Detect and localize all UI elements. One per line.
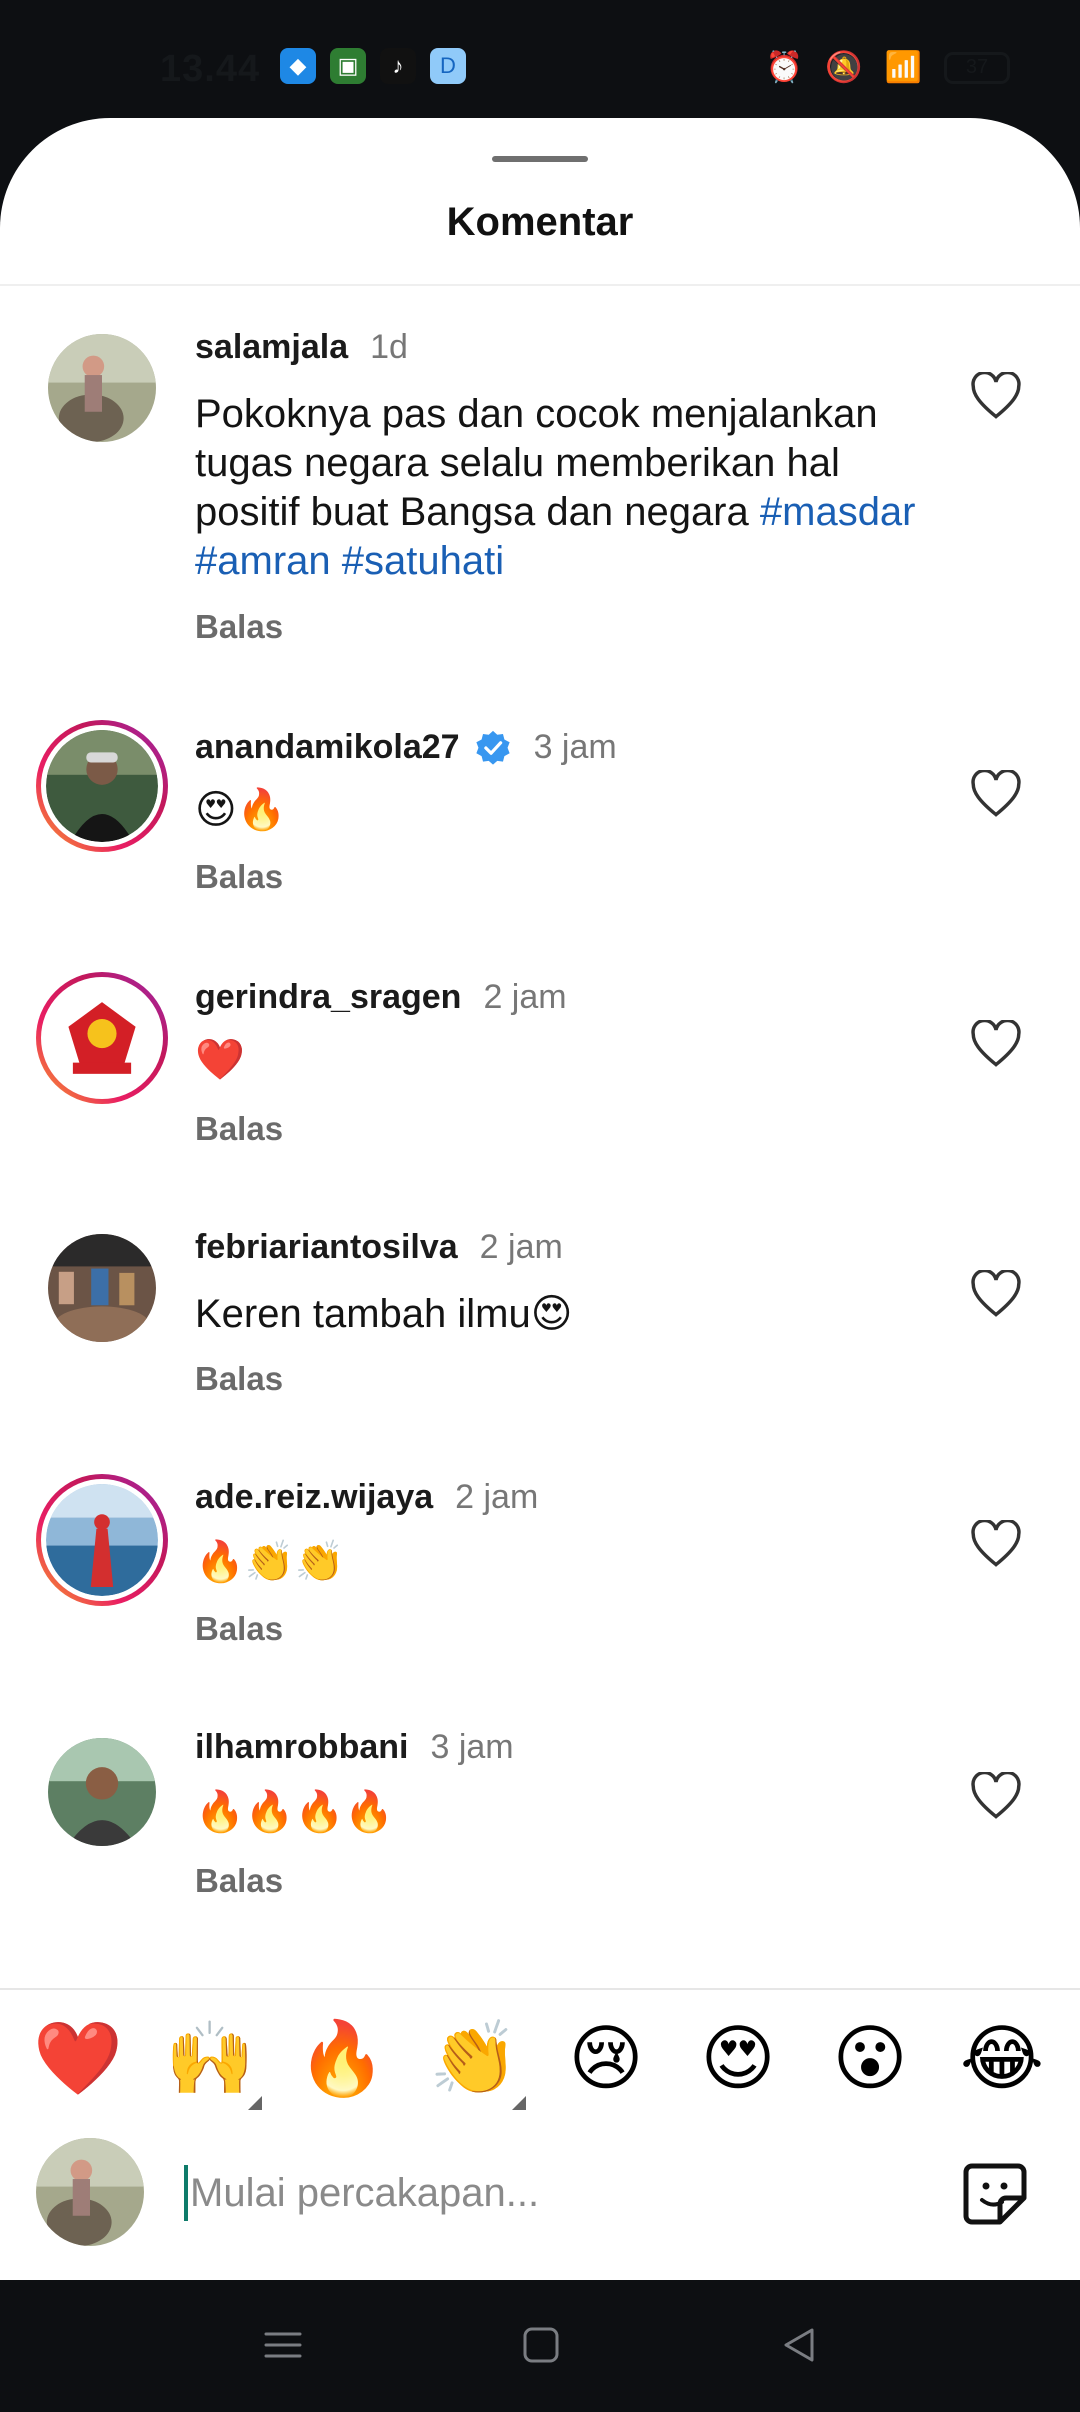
reply-button[interactable]: Balas xyxy=(195,1862,283,1900)
home-icon[interactable] xyxy=(520,2324,562,2366)
comment-input[interactable]: Mulai percakapan... xyxy=(184,2158,924,2228)
sticker-icon[interactable] xyxy=(960,2158,1030,2228)
comment-meta: gerindra_sragen 2 jam xyxy=(195,978,567,1017)
emoji-clap-button[interactable]: 👏 xyxy=(426,2010,522,2106)
avatar-story-ring[interactable] xyxy=(36,1474,168,1606)
like-heart-icon[interactable] xyxy=(970,770,1022,818)
like-heart-icon[interactable] xyxy=(970,1520,1022,1568)
avatar-photo xyxy=(48,1738,156,1846)
status-time: 13.44 xyxy=(160,48,261,90)
comment-text: ❤️ xyxy=(195,1037,245,1083)
comment-text: 🔥👏👏 xyxy=(195,1539,345,1585)
username[interactable]: febriariantosilva xyxy=(195,1228,458,1267)
app-browser-icon: ◆ xyxy=(280,48,316,84)
avatar-photo xyxy=(46,1484,158,1596)
avatar[interactable] xyxy=(48,334,156,442)
emoji-surprised-button[interactable]: 😮 xyxy=(822,2010,918,2106)
avatar-photo xyxy=(48,334,156,442)
comment-meta: anandamikola27 3 jam xyxy=(195,728,617,767)
system-navigation-bar xyxy=(0,2280,1080,2412)
emoji-raised-hands-button[interactable]: 🙌 xyxy=(162,2010,258,2106)
quick-emoji-row: ❤️ 🙌 🔥 👏 😢 😍 😮 😂 xyxy=(0,2010,1080,2120)
avatar-photo xyxy=(48,1234,156,1342)
timestamp: 2 jam xyxy=(479,1228,563,1266)
username[interactable]: salamjala xyxy=(195,328,348,367)
tiktok-icon: ♪ xyxy=(380,48,416,84)
skin-tone-indicator xyxy=(248,2096,262,2110)
alarm-icon: ⏰ xyxy=(765,51,804,84)
header-divider xyxy=(0,284,1080,286)
mute-icon: 🔕 xyxy=(825,51,863,84)
comment-meta: ilhamrobbani 3 jam xyxy=(195,1728,514,1767)
sheet-drag-handle[interactable] xyxy=(492,156,588,162)
username[interactable]: ade.reiz.wijaya xyxy=(195,1478,433,1517)
comment-text: 😍🔥 xyxy=(195,787,287,833)
reply-button[interactable]: Balas xyxy=(195,858,283,896)
like-heart-icon[interactable] xyxy=(970,1020,1022,1068)
back-icon[interactable] xyxy=(778,2324,820,2366)
username[interactable]: anandamikola27 xyxy=(195,728,460,767)
timestamp: 2 jam xyxy=(455,1478,539,1516)
avatar[interactable] xyxy=(48,1234,156,1342)
sheet-title: Komentar xyxy=(446,200,634,244)
avatar-photo xyxy=(46,730,158,842)
app-d-icon: D xyxy=(430,48,466,84)
text-caret xyxy=(184,2165,188,2221)
avatar-story-ring[interactable] xyxy=(36,720,168,852)
avatar-photo xyxy=(36,2138,144,2246)
status-app-icons: ◆ ▣ ♪ D xyxy=(280,48,466,84)
comment-text: 🔥🔥🔥🔥 xyxy=(195,1789,395,1835)
reply-button[interactable]: Balas xyxy=(195,1610,283,1648)
recents-menu-icon[interactable] xyxy=(262,2324,304,2366)
battery-icon: 37 xyxy=(944,51,1010,84)
comment-meta: ade.reiz.wijaya 2 jam xyxy=(195,1478,538,1517)
username[interactable]: ilhamrobbani xyxy=(195,1728,408,1767)
reply-button[interactable]: Balas xyxy=(195,1110,283,1148)
app-store-icon: ▣ xyxy=(330,48,366,84)
username[interactable]: gerindra_sragen xyxy=(195,978,461,1017)
wifi-icon: 📶 xyxy=(884,51,922,84)
reply-button[interactable]: Balas xyxy=(195,608,283,646)
emoji-heart-button[interactable]: ❤️ xyxy=(30,2010,126,2106)
comment-text: Keren tambah ilmu😍 xyxy=(195,1292,573,1336)
status-indicators: ⏰ 🔕 📶 37 xyxy=(766,50,1010,85)
timestamp: 2 jam xyxy=(483,978,567,1016)
status-bar: 13.44 ◆ ▣ ♪ D ⏰ 🔕 📶 37 xyxy=(0,0,1080,120)
avatar-story-ring[interactable] xyxy=(36,972,168,1104)
emoji-crying-button[interactable]: 😢 xyxy=(558,2010,654,2106)
skin-tone-indicator xyxy=(512,2096,526,2110)
avatar[interactable] xyxy=(48,1738,156,1846)
comment-meta: febriariantosilva 2 jam xyxy=(195,1228,563,1267)
avatar-logo xyxy=(46,982,158,1094)
verified-badge-icon xyxy=(475,730,510,765)
timestamp: 3 jam xyxy=(533,728,617,766)
like-heart-icon[interactable] xyxy=(970,372,1022,420)
emoji-bar-divider xyxy=(0,1988,1080,1990)
comment-meta: salamjala 1d xyxy=(195,328,408,367)
like-heart-icon[interactable] xyxy=(970,1270,1022,1318)
timestamp: 3 jam xyxy=(430,1728,514,1766)
emoji-fire-button[interactable]: 🔥 xyxy=(294,2010,390,2106)
current-user-avatar xyxy=(36,2138,144,2246)
reply-button[interactable]: Balas xyxy=(195,1360,283,1398)
emoji-laughing-button[interactable]: 😂 xyxy=(954,2010,1050,2106)
like-heart-icon[interactable] xyxy=(970,1772,1022,1820)
comment-input-placeholder: Mulai percakapan... xyxy=(190,2170,540,2215)
timestamp: 1d xyxy=(370,328,408,366)
comment-text: Pokoknya pas dan cocok menjalankan tugas… xyxy=(195,390,935,586)
emoji-heart-eyes-button[interactable]: 😍 xyxy=(690,2010,786,2106)
